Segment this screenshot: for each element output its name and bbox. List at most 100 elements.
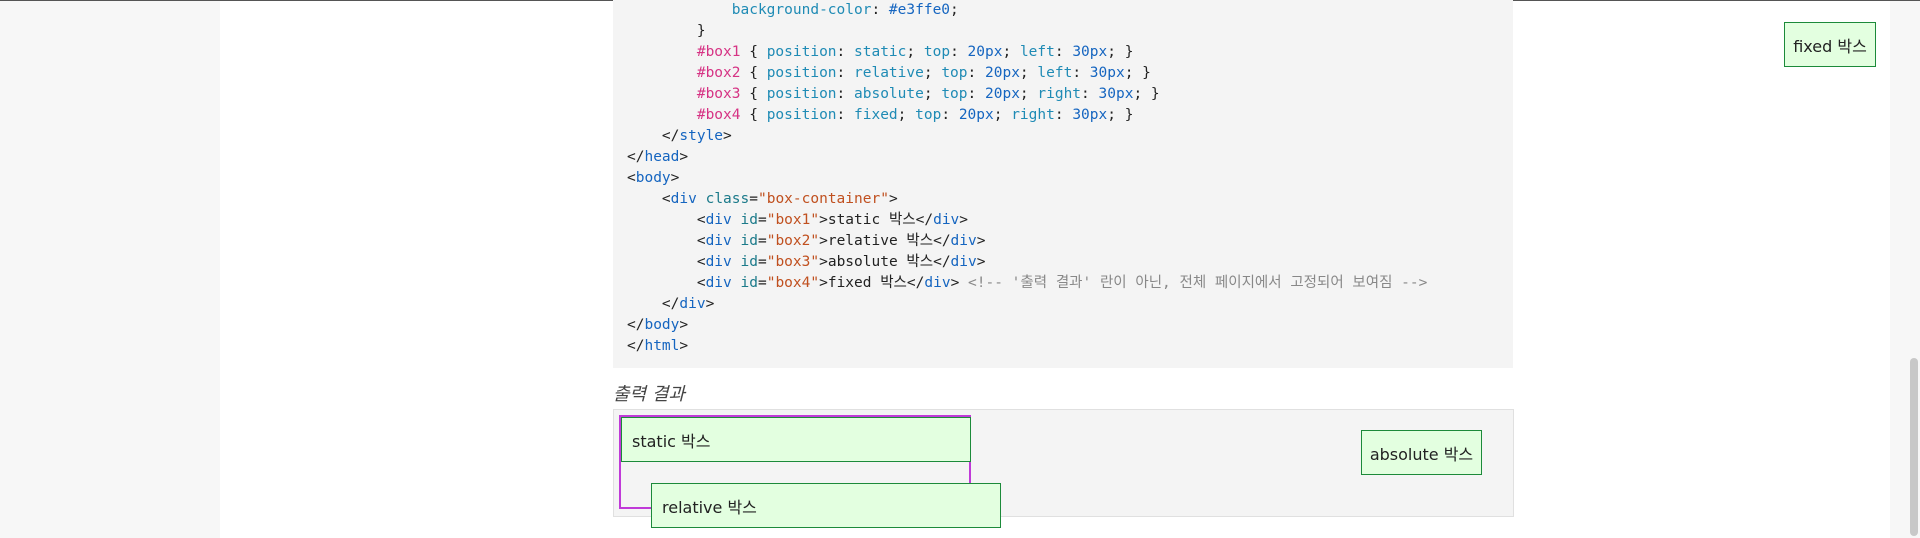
code-token: :	[836, 65, 855, 81]
code-token: #box3	[696, 86, 741, 102]
code-token: id	[740, 254, 758, 270]
code-token: </	[627, 149, 645, 165]
code-token: ; }	[1107, 44, 1134, 60]
code-token: div	[950, 254, 977, 270]
code-token: background-color	[731, 2, 872, 18]
code-token: >	[679, 149, 689, 165]
code-token: :	[967, 65, 985, 81]
code-token: "box2"	[766, 233, 820, 249]
code-token: =	[757, 212, 767, 228]
code-token: ;	[897, 107, 916, 123]
code-token: id	[740, 233, 758, 249]
code-token: position	[766, 107, 837, 123]
code-line: #box1 { position: static; top: 20px; lef…	[627, 42, 1427, 63]
code-listing: background-color: #e3ffe0; } #box1 { pos…	[627, 0, 1427, 357]
code-token: div	[924, 275, 951, 291]
scrollbar-thumb[interactable]	[1910, 358, 1918, 536]
code-token: left	[1037, 65, 1073, 81]
code-token: {	[740, 86, 767, 102]
code-token: body	[644, 317, 680, 333]
code-line: <div class="box-container">	[627, 189, 1427, 210]
code-token: ;	[923, 86, 942, 102]
relative-box: relative 박스	[651, 483, 1001, 528]
code-token: =	[749, 191, 758, 207]
code-token: top	[941, 86, 968, 102]
code-token: >fixed 박스</	[819, 275, 925, 291]
code-token: 20px	[958, 107, 994, 123]
code-token: :	[1054, 44, 1073, 60]
code-token: static	[854, 44, 907, 60]
code-line: }	[627, 21, 1427, 42]
code-token: 20px	[985, 86, 1020, 102]
code-token: top	[915, 107, 942, 123]
code-token: </	[661, 128, 680, 144]
code-token: div	[705, 275, 732, 291]
code-token: top	[923, 44, 951, 60]
code-token: 30px	[1072, 44, 1108, 60]
code-token: "box4"	[766, 275, 820, 291]
absolute-box: absolute 박스	[1361, 430, 1482, 475]
code-line: #box4 { position: fixed; top: 20px; righ…	[627, 105, 1427, 126]
code-token: head	[644, 149, 680, 165]
code-line: </div>	[627, 294, 1427, 315]
code-token: "box3"	[766, 254, 820, 270]
code-line: <div id="box2">relative 박스</div>	[627, 231, 1427, 252]
code-token: 20px	[985, 65, 1020, 81]
code-token: ;	[993, 107, 1012, 123]
code-token: ;	[906, 44, 924, 60]
code-token: ;	[950, 2, 959, 18]
code-token: top	[941, 65, 968, 81]
code-token: <	[696, 212, 706, 228]
code-line: </style>	[627, 126, 1427, 147]
code-token: {	[740, 44, 767, 60]
code-token: "box-container"	[757, 191, 889, 207]
code-token: >	[679, 338, 689, 354]
code-token: right	[1037, 86, 1082, 102]
code-line: #box2 { position: relative; top: 20px; l…	[627, 63, 1427, 84]
code-token: </	[627, 317, 645, 333]
code-token: :	[836, 107, 855, 123]
code-token: div	[679, 296, 706, 312]
code-token: 30px	[1072, 107, 1108, 123]
code-token: >	[670, 170, 680, 186]
code-token: :	[967, 86, 985, 102]
code-token: position	[766, 86, 837, 102]
code-token: fixed	[854, 107, 898, 123]
code-token: div	[705, 254, 732, 270]
code-token: =	[757, 233, 767, 249]
code-token: ; }	[1107, 107, 1134, 123]
code-line: <body>	[627, 168, 1427, 189]
code-token: :	[950, 44, 968, 60]
code-token: >	[679, 317, 689, 333]
code-token: :	[1054, 107, 1073, 123]
code-token: relative	[854, 65, 924, 81]
code-token: =	[757, 254, 767, 270]
code-token: >absolute 박스</	[819, 254, 951, 270]
code-token: <!-- '출력 결과' 란이 아닌, 전체 페이지에서 고정되어 보여짐 --…	[968, 275, 1428, 291]
code-token: html	[644, 338, 680, 354]
code-token: {	[740, 107, 767, 123]
code-token: #box4	[696, 107, 741, 123]
code-token: :	[1081, 86, 1099, 102]
code-token: body	[635, 170, 671, 186]
code-token: =	[757, 275, 767, 291]
code-token: :	[1072, 65, 1090, 81]
code-token: }	[696, 23, 706, 39]
code-token: </	[661, 296, 680, 312]
code-token: ;	[1019, 86, 1038, 102]
code-token: id	[740, 212, 758, 228]
code-line: </body>	[627, 315, 1427, 336]
code-token: ; }	[1133, 86, 1160, 102]
code-token: div	[705, 212, 732, 228]
code-token: ;	[923, 65, 942, 81]
code-token: #box1	[696, 44, 741, 60]
code-token: ;	[1002, 44, 1020, 60]
code-line: <div id="box1">static 박스</div>	[627, 210, 1427, 231]
code-token: <	[661, 191, 671, 207]
code-token: :	[836, 44, 855, 60]
code-token: :	[871, 2, 889, 18]
code-token: "box1"	[766, 212, 820, 228]
code-token: <	[627, 170, 636, 186]
